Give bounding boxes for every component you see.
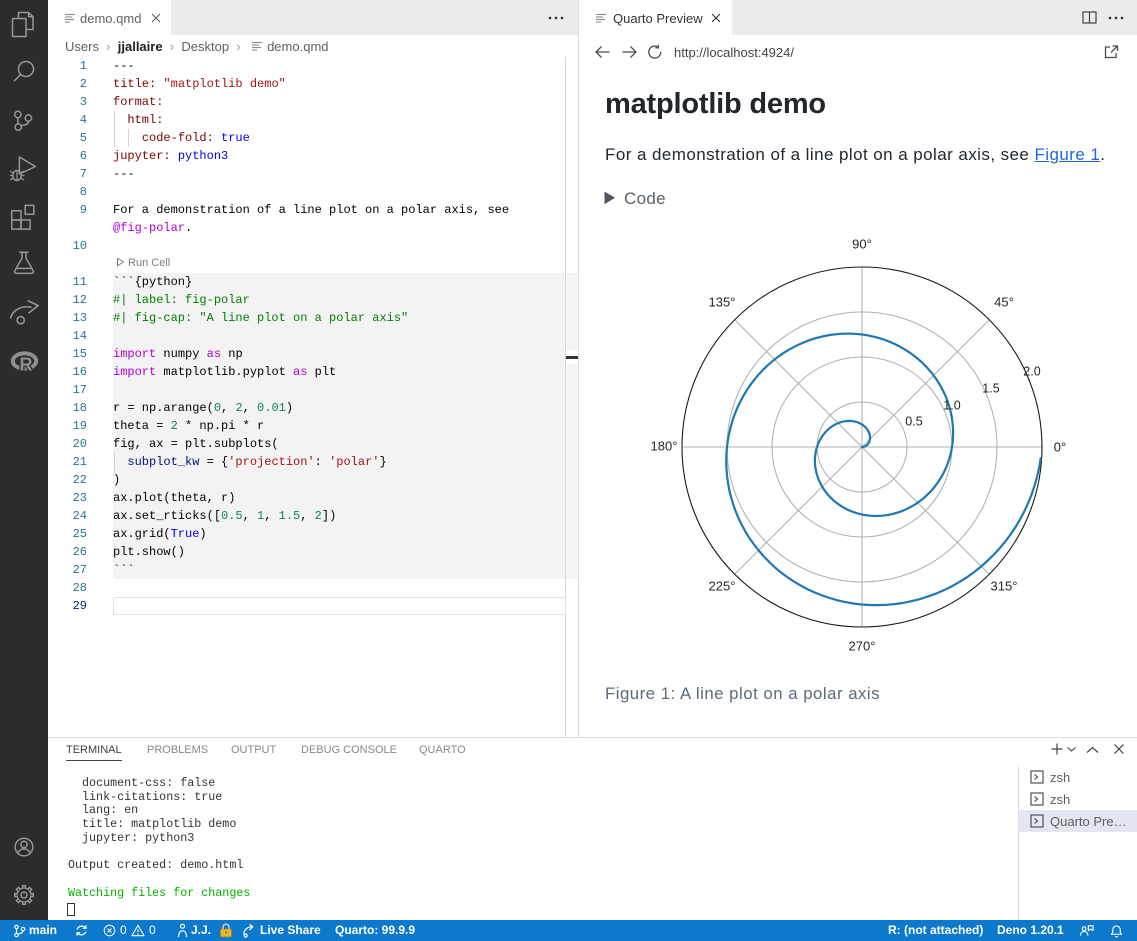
svg-text:1.0: 1.0: [943, 399, 960, 413]
svg-text:315°: 315°: [991, 579, 1018, 594]
svg-text:R: R: [20, 355, 33, 375]
svg-text:270°: 270°: [849, 639, 876, 654]
svg-text:1.5: 1.5: [982, 382, 999, 396]
svg-text:0°: 0°: [1054, 440, 1066, 455]
svg-text:0.5: 0.5: [905, 415, 922, 429]
svg-text:180°: 180°: [651, 439, 678, 454]
svg-text:225°: 225°: [709, 579, 736, 594]
svg-text:90°: 90°: [852, 237, 872, 252]
svg-text:45°: 45°: [994, 295, 1014, 310]
svg-text:135°: 135°: [709, 295, 736, 310]
svg-text:2.0: 2.0: [1023, 365, 1040, 379]
